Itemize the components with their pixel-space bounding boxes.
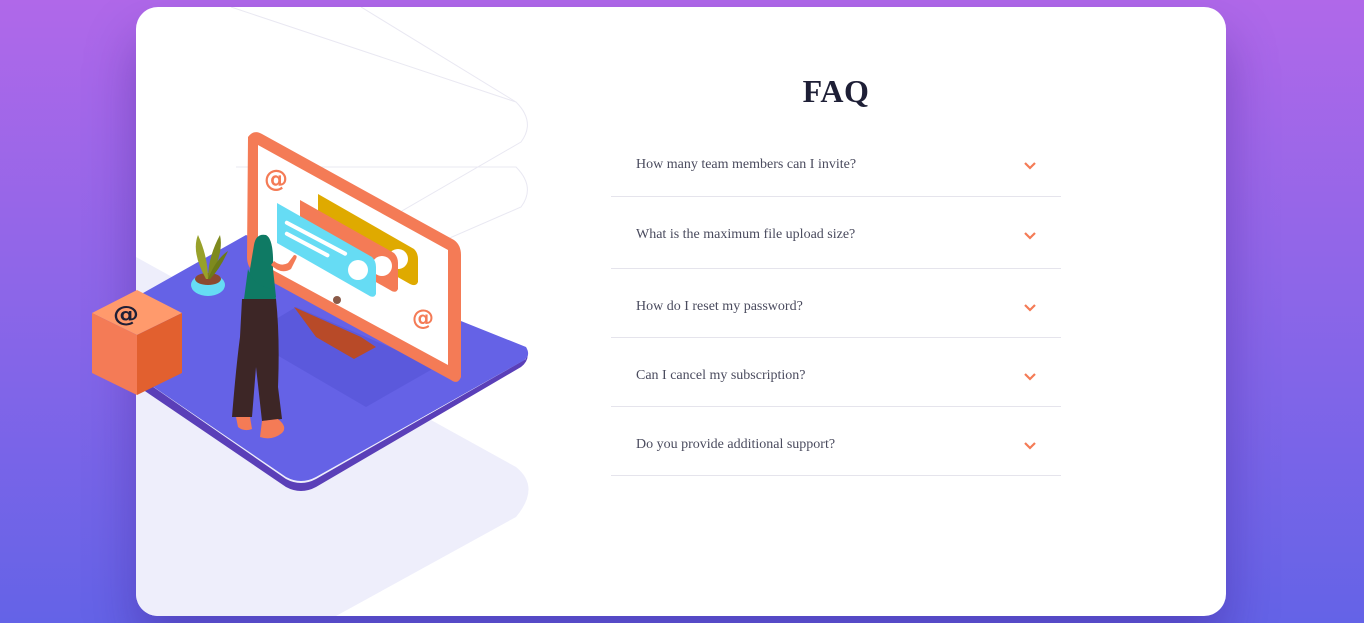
faq-item[interactable]: How do I reset my password? <box>611 269 1061 338</box>
faq-item[interactable]: Do you provide additional support? <box>611 407 1061 476</box>
chevron-down-icon[interactable] <box>1024 304 1036 312</box>
faq-item[interactable]: What is the maximum file upload size? <box>611 197 1061 269</box>
chevron-down-icon[interactable] <box>1024 442 1036 450</box>
faq-question: Do you provide additional support? <box>636 437 836 452</box>
chevron-down-icon[interactable] <box>1024 162 1036 170</box>
svg-text:@: @ <box>412 306 434 331</box>
chevron-down-icon[interactable] <box>1024 373 1036 381</box>
chevron-down-icon[interactable] <box>1024 232 1036 240</box>
faq-item[interactable]: Can I cancel my subscription? <box>611 338 1061 407</box>
faq-question: Can I cancel my subscription? <box>636 368 806 383</box>
svg-text:@: @ <box>264 165 288 193</box>
at-sign-icon: @ <box>113 301 139 327</box>
faq-list: How many team members can I invite? What… <box>611 143 1061 476</box>
woman-online-illustration: @ @ <box>136 7 529 616</box>
faq-question: How many team members can I invite? <box>636 157 857 172</box>
faq-question: What is the maximum file upload size? <box>636 227 856 242</box>
faq-card: @ @ FAQ How many team members can I invi… <box>136 7 1226 616</box>
faq-item[interactable]: How many team members can I invite? <box>611 143 1061 197</box>
page-title: FAQ <box>802 73 870 109</box>
at-cube-illustration: @ <box>92 290 182 395</box>
faq-question: How do I reset my password? <box>636 299 803 314</box>
